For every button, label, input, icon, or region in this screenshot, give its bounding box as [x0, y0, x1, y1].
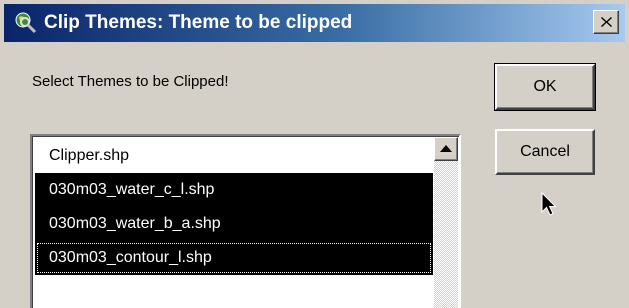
window-title: Clip Themes: Theme to be clipped	[44, 12, 353, 33]
themes-listbox[interactable]: Clipper.shp 030m03_water_c_l.shp 030m03_…	[30, 134, 461, 308]
list-item-theme[interactable]: 030m03_water_c_l.shp	[35, 173, 433, 207]
globe-magnifier-icon	[15, 12, 37, 34]
list-item-theme[interactable]: 030m03_contour_l.shp	[35, 241, 433, 275]
arrow-up-icon	[440, 145, 452, 152]
ok-button[interactable]: OK	[494, 63, 596, 111]
cancel-button[interactable]: Cancel	[495, 129, 595, 175]
prompt-label: Select Themes to be Clipped!	[32, 73, 229, 90]
mouse-pointer-icon	[541, 192, 557, 216]
themes-list: Clipper.shp 030m03_water_c_l.shp 030m03_…	[35, 139, 433, 275]
title-bar[interactable]: Clip Themes: Theme to be clipped	[4, 4, 625, 42]
scroll-up-button[interactable]	[434, 137, 458, 161]
list-item-theme[interactable]: Clipper.shp	[35, 139, 433, 173]
list-item-theme[interactable]: 030m03_water_b_a.shp	[35, 207, 433, 241]
close-icon	[601, 17, 612, 27]
vertical-scrollbar[interactable]	[434, 137, 458, 308]
close-button[interactable]	[593, 10, 619, 34]
clip-themes-dialog: Clip Themes: Theme to be clipped Select …	[0, 0, 629, 308]
